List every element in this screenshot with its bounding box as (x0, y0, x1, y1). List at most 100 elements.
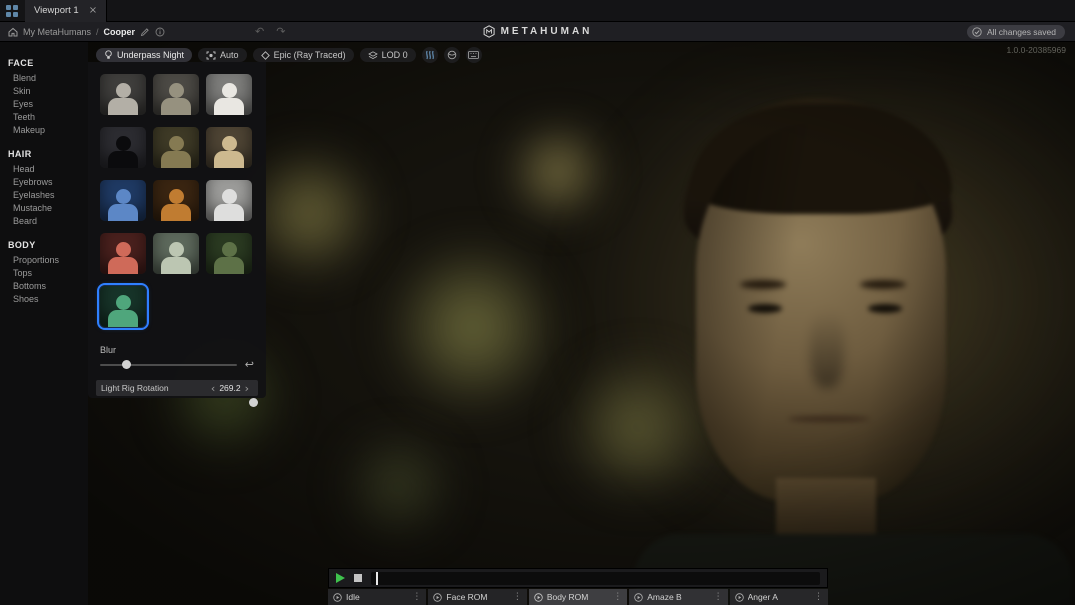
clip-idle[interactable]: Idle ⋮ (328, 589, 426, 605)
environment-thumbnail[interactable] (206, 233, 252, 274)
save-status-text: All changes saved (987, 27, 1056, 37)
sidebar-section-face: FACE Blend Skin Eyes Teeth Makeup (0, 54, 88, 136)
rotation-label: Light Rig Rotation (101, 383, 207, 393)
environment-thumbnail-selected[interactable] (100, 286, 146, 327)
blur-slider[interactable] (100, 364, 237, 366)
rotation-increase-arrow[interactable]: › (241, 383, 253, 394)
lod-layers-icon (368, 51, 378, 60)
environment-thumbnail[interactable] (100, 127, 146, 168)
rotation-decrease-arrow[interactable]: ‹ (207, 383, 219, 394)
breadcrumb-root[interactable]: My MetaHumans (23, 27, 91, 37)
breadcrumb-current: Cooper (104, 27, 136, 37)
keyboard-shortcuts-button[interactable] (466, 47, 482, 63)
environment-thumbnail[interactable] (153, 233, 199, 274)
clay-preview-button[interactable] (444, 47, 460, 63)
environment-thumbnail[interactable] (153, 74, 199, 115)
sidebar-item-mustache[interactable]: Mustache (0, 201, 88, 214)
sidebar-item-shoes[interactable]: Shoes (0, 292, 88, 305)
clip-label: Idle (346, 592, 408, 602)
environment-thumbnail[interactable] (100, 180, 146, 221)
blur-slider-handle[interactable] (122, 360, 131, 369)
clip-icon (534, 593, 543, 602)
blur-slider-row: ↩ (88, 357, 266, 370)
sidebar-item-makeup[interactable]: Makeup (0, 123, 88, 136)
stop-button[interactable] (354, 574, 362, 582)
sidebar-item-beard[interactable]: Beard (0, 214, 88, 227)
edit-pencil-icon[interactable] (140, 27, 150, 37)
environment-thumbnail[interactable] (206, 74, 252, 115)
clip-icon (333, 593, 342, 602)
kebab-menu-icon[interactable]: ⋮ (814, 592, 823, 602)
sidebar: FACE Blend Skin Eyes Teeth Makeup HAIR H… (0, 42, 88, 605)
clip-icon (433, 593, 442, 602)
sidebar-item-head[interactable]: Head (0, 162, 88, 175)
save-status-badge: All changes saved (967, 25, 1065, 39)
clip-label: Anger A (748, 592, 810, 602)
sidebar-section-body: BODY Proportions Tops Bottoms Shoes (0, 236, 88, 305)
playhead[interactable] (376, 572, 378, 585)
environment-thumbnail[interactable] (206, 127, 252, 168)
logo-text: METAHUMAN (501, 26, 593, 37)
clip-label: Face ROM (446, 592, 508, 602)
sidebar-item-proportions[interactable]: Proportions (0, 253, 88, 266)
hair-physics-button[interactable] (422, 47, 438, 63)
breadcrumb-separator: / (96, 27, 99, 37)
clip-body-rom[interactable]: Body ROM ⋮ (529, 589, 627, 605)
sidebar-item-teeth[interactable]: Teeth (0, 110, 88, 123)
sidebar-item-bottoms[interactable]: Bottoms (0, 279, 88, 292)
kebab-menu-icon[interactable]: ⋮ (714, 592, 723, 602)
sidebar-item-eyebrows[interactable]: Eyebrows (0, 175, 88, 188)
kebab-menu-icon[interactable]: ⋮ (412, 592, 421, 602)
environment-thumbnail[interactable] (206, 180, 252, 221)
quality-button[interactable]: Epic (Ray Traced) (253, 48, 354, 62)
undo-icon[interactable]: ↶ (255, 25, 264, 38)
lightbulb-icon (104, 50, 113, 60)
clip-icon (634, 593, 643, 602)
close-icon[interactable]: × (89, 5, 97, 16)
clip-amaze-b[interactable]: Amaze B ⋮ (629, 589, 727, 605)
environment-thumbnail[interactable] (100, 74, 146, 115)
environment-label: Underpass Night (117, 50, 184, 60)
sidebar-item-eyes[interactable]: Eyes (0, 97, 88, 110)
rotation-slider[interactable] (96, 397, 258, 409)
clip-face-rom[interactable]: Face ROM ⋮ (428, 589, 526, 605)
environment-thumbnail[interactable] (100, 233, 146, 274)
auto-camera-button[interactable]: Auto (198, 48, 247, 62)
lod-button[interactable]: LOD 0 (360, 48, 416, 62)
sidebar-title-hair: HAIR (0, 145, 88, 162)
environment-thumbnail-grid (88, 62, 266, 339)
environment-button[interactable]: Underpass Night (96, 48, 192, 62)
metahuman-logo-icon (483, 25, 495, 38)
rotation-slider-handle[interactable] (249, 398, 258, 407)
redo-icon[interactable]: ↷ (276, 25, 285, 38)
sidebar-title-body: BODY (0, 236, 88, 253)
auto-frame-icon (206, 51, 216, 60)
version-text: 1.0.0-20385969 (1006, 45, 1066, 55)
window-layout-icon (6, 5, 18, 17)
play-button[interactable] (336, 573, 345, 583)
tab-bar: Viewport 1 × (0, 0, 1075, 22)
sidebar-item-blend[interactable]: Blend (0, 71, 88, 84)
info-icon[interactable] (155, 27, 165, 37)
environment-thumbnail[interactable] (153, 127, 199, 168)
blur-label: Blur (88, 339, 266, 357)
timeline-scrubber[interactable] (371, 572, 820, 585)
viewport-toolbar: Underpass Night Auto Epic (Ray Traced) L… (96, 47, 482, 63)
clay-sphere-icon (447, 50, 457, 60)
sidebar-item-tops[interactable]: Tops (0, 266, 88, 279)
kebab-menu-icon[interactable]: ⋮ (513, 592, 522, 602)
header-bar: My MetaHumans / Cooper ↶ ↷ METAHUMAN All… (0, 22, 1075, 42)
quality-icon (261, 51, 270, 60)
sidebar-item-eyelashes[interactable]: Eyelashes (0, 188, 88, 201)
sidebar-item-skin[interactable]: Skin (0, 84, 88, 97)
metahuman-logo: METAHUMAN (483, 25, 593, 38)
environment-thumbnail[interactable] (153, 180, 199, 221)
clip-anger-a[interactable]: Anger A ⋮ (730, 589, 828, 605)
clip-label: Body ROM (547, 592, 609, 602)
clip-row: Idle ⋮ Face ROM ⋮ Body ROM ⋮ Amaze B ⋮ A… (328, 589, 828, 605)
history-controls: ↶ ↷ (255, 25, 285, 38)
tab-viewport-1[interactable]: Viewport 1 × (25, 0, 107, 22)
reset-icon[interactable]: ↩ (245, 359, 254, 370)
kebab-menu-icon[interactable]: ⋮ (613, 592, 622, 602)
rotation-value[interactable]: 269.2 (219, 383, 240, 393)
